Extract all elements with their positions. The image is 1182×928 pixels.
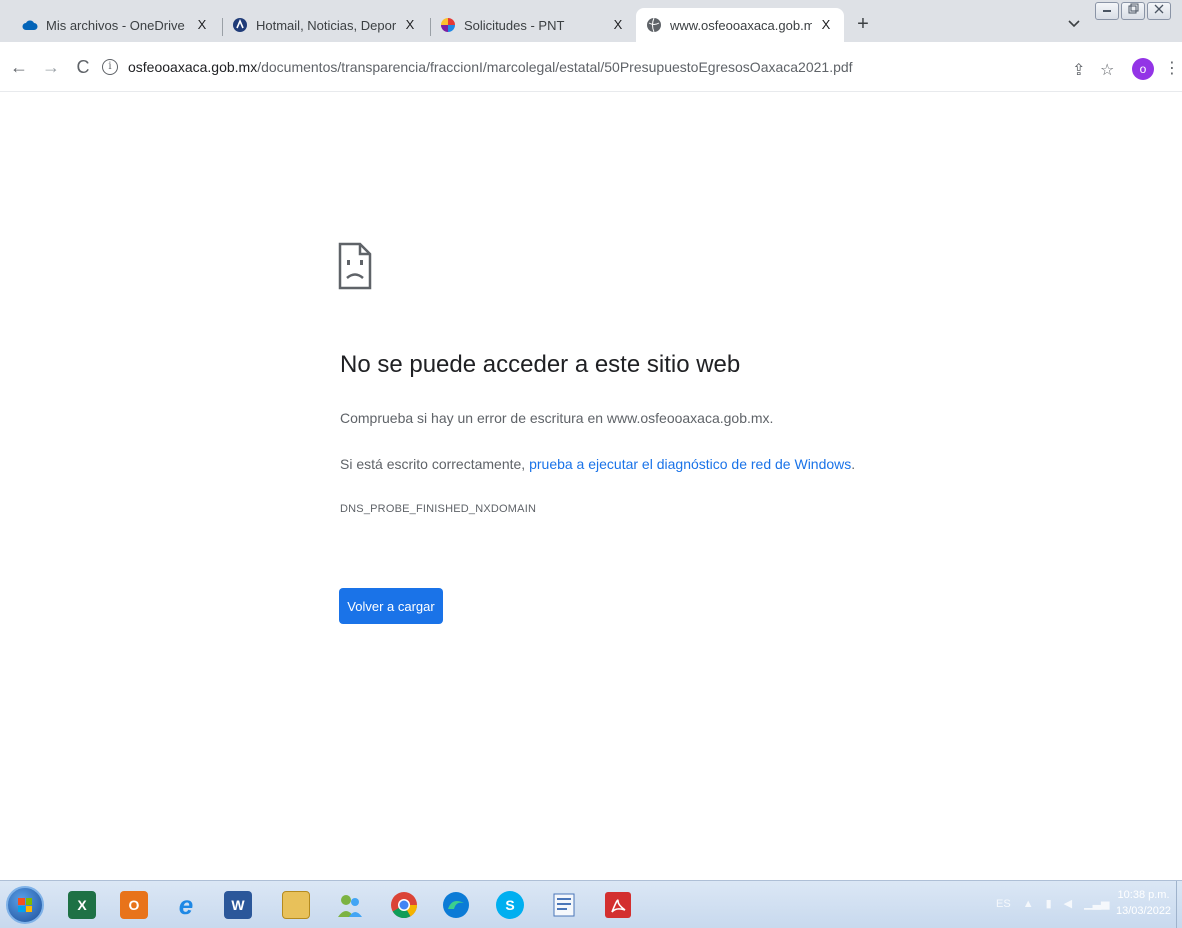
- edge-icon: [443, 892, 469, 918]
- diagnostic-prefix: Si está escrito correctamente,: [340, 456, 530, 472]
- share-icon[interactable]: ⇪: [1072, 60, 1085, 80]
- start-button[interactable]: [6, 886, 44, 924]
- url-host: osfeooaxaca.gob.mx: [128, 59, 258, 75]
- taskbar-clock[interactable]: 10:38 p.m. 13/03/2022: [1116, 887, 1171, 919]
- diagnostic-link[interactable]: prueba a ejecutar el diagnóstico de red …: [529, 456, 851, 472]
- reload-button[interactable]: C: [72, 57, 94, 79]
- tab-osfeooaxaca[interactable]: www.osfeooaxaca.gob.mx X: [636, 8, 844, 42]
- taskbar-edge[interactable]: [436, 885, 476, 925]
- error-title: No se puede acceder a este sitio web: [340, 351, 741, 378]
- chevron-down-icon: [1068, 20, 1080, 28]
- taskbar-excel[interactable]: X: [62, 885, 102, 925]
- window-controls: [1095, 2, 1171, 20]
- msn-icon: [232, 17, 248, 33]
- close-icon[interactable]: X: [818, 17, 834, 33]
- close-icon[interactable]: X: [610, 17, 626, 33]
- close-window-button[interactable]: [1147, 2, 1171, 20]
- language-indicator[interactable]: ES: [996, 898, 1011, 910]
- error-diagnostic-text: Si está escrito correctamente, prueba a …: [340, 456, 855, 472]
- address-bar[interactable]: i osfeooaxaca.gob.mx/documentos/transpar…: [102, 50, 1146, 84]
- new-tab-button[interactable]: +: [852, 14, 874, 36]
- tab-strip: Mis archivos - OneDrive X Hotmail, Notic…: [0, 0, 1182, 42]
- tab-search-button[interactable]: [1064, 14, 1084, 34]
- word-icon: W: [224, 891, 252, 919]
- url-path: /documentos/transparencia/fraccionI/marc…: [257, 59, 853, 75]
- folder-icon: [282, 891, 310, 919]
- error-code: DNS_PROBE_FINISHED_NXDOMAIN: [340, 503, 537, 515]
- outlook-icon: O: [120, 891, 148, 919]
- restore-button[interactable]: [1121, 2, 1145, 20]
- wordpad-icon: [553, 893, 575, 917]
- back-button[interactable]: ←: [8, 57, 30, 79]
- acrobat-icon: [605, 892, 631, 918]
- show-desktop-button[interactable]: [1176, 881, 1182, 928]
- chrome-icon: [391, 892, 418, 919]
- restore-icon: [1128, 3, 1139, 14]
- taskbar-internet-explorer[interactable]: e: [166, 885, 206, 925]
- taskbar-outlook[interactable]: O: [114, 885, 154, 925]
- volume-icon[interactable]: ◀: [1064, 897, 1072, 910]
- info-icon[interactable]: i: [102, 59, 118, 75]
- onedrive-cloud-icon: [22, 17, 38, 33]
- taskbar-acrobat[interactable]: [598, 885, 638, 925]
- excel-icon: X: [68, 891, 96, 919]
- minimize-icon: [1103, 10, 1111, 12]
- error-page: No se puede acceder a este sitio web Com…: [0, 93, 1182, 817]
- tab-title: Mis archivos - OneDrive: [46, 17, 185, 33]
- clock-date: 13/03/2022: [1116, 905, 1172, 917]
- skype-icon: S: [496, 891, 524, 919]
- taskbar-wordpad[interactable]: [544, 885, 584, 925]
- menu-kebab-icon[interactable]: ⋮: [1164, 58, 1180, 78]
- tab-title: www.osfeooaxaca.gob.mx: [670, 17, 812, 33]
- browser-toolbar: ← → C i osfeooaxaca.gob.mx/documentos/tr…: [0, 42, 1182, 92]
- tab-title: Solicitudes - PNT: [464, 17, 565, 33]
- taskbar-file-explorer[interactable]: [276, 885, 316, 925]
- tab-solicitudes-pnt[interactable]: Solicitudes - PNT X: [430, 8, 636, 42]
- system-tray: ES ▲ ▮ ◀ ▁▃▅: [996, 897, 1110, 911]
- globe-icon: [646, 17, 662, 33]
- sad-page-icon: [338, 242, 372, 290]
- taskbar-word[interactable]: W: [218, 885, 258, 925]
- tab-onedrive[interactable]: Mis archivos - OneDrive X: [12, 8, 220, 42]
- close-icon[interactable]: X: [402, 17, 418, 33]
- forward-button[interactable]: →: [40, 57, 62, 79]
- profile-avatar[interactable]: o: [1132, 58, 1154, 80]
- battery-icon[interactable]: ▮: [1046, 897, 1052, 910]
- ie-icon: e: [178, 890, 194, 920]
- taskbar-skype[interactable]: S: [490, 885, 530, 925]
- windows-logo-icon: [18, 898, 32, 912]
- network-signal-icon[interactable]: ▁▃▅: [1084, 897, 1109, 910]
- taskbar-chrome[interactable]: [384, 885, 424, 925]
- tab-hotmail[interactable]: Hotmail, Noticias, Deportes y Ent X: [222, 8, 428, 42]
- close-icon[interactable]: X: [194, 17, 210, 33]
- reload-page-button[interactable]: Volver a cargar: [339, 588, 443, 624]
- windows-taskbar: X O e W S ES ▲ ▮ ◀ ▁▃▅ 10:38 p.m. 13/03/…: [0, 880, 1182, 928]
- chevron-up-icon[interactable]: ▲: [1023, 898, 1034, 910]
- contacts-icon: [338, 895, 362, 917]
- taskbar-contacts[interactable]: [330, 885, 370, 925]
- minimize-button[interactable]: [1095, 2, 1119, 20]
- tab-title: Hotmail, Noticias, Deportes y Ent: [256, 17, 396, 33]
- clock-time: 10:38 p.m.: [1117, 889, 1170, 901]
- diagnostic-suffix: .: [851, 456, 856, 472]
- bookmark-star-icon[interactable]: ☆: [1100, 60, 1114, 80]
- close-icon: [1154, 4, 1164, 14]
- error-suggestion: Comprueba si hay un error de escritura e…: [340, 410, 774, 426]
- pnt-icon: [440, 17, 456, 33]
